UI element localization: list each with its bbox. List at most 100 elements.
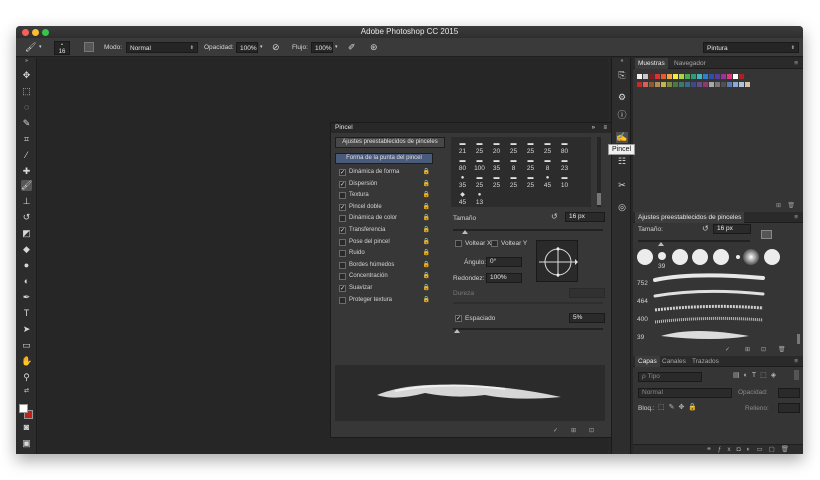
brush-option-item[interactable]: ✓ Pincel doble 🔒: [335, 202, 433, 213]
presets-scrollbar[interactable]: [797, 334, 800, 344]
lock-icon[interactable]: 🔒: [423, 179, 430, 190]
brush-tip-cell[interactable]: ▬ 25: [472, 141, 487, 155]
color-swatch[interactable]: [721, 82, 726, 87]
brush-tip-cell[interactable]: ▬ 80: [557, 141, 572, 155]
spacing-checkbox[interactable]: ✓: [455, 315, 462, 322]
eyedropper-tool-icon[interactable]: ⁄: [21, 150, 32, 161]
brush-tip-cell[interactable]: ● 35: [455, 175, 470, 189]
color-swatch[interactable]: [691, 74, 696, 79]
color-swatch[interactable]: [679, 82, 684, 87]
size-slider[interactable]: [453, 229, 603, 231]
color-swatch[interactable]: [691, 82, 696, 87]
angle-field[interactable]: 0°: [486, 257, 522, 267]
brush-tip-cell[interactable]: ▬ 25: [523, 141, 538, 155]
lock-icon[interactable]: 🔒: [423, 190, 430, 201]
healing-brush-tool-icon[interactable]: ✚: [21, 166, 32, 177]
lock-icon[interactable]: 🔒: [423, 283, 430, 294]
panel-menu-icon[interactable]: ≡: [791, 58, 801, 69]
hardness-field[interactable]: [569, 288, 605, 298]
dodge-tool-icon[interactable]: ◐: [21, 276, 32, 287]
color-swatch[interactable]: [739, 82, 744, 87]
opacity-field[interactable]: 100%: [236, 42, 258, 53]
brush-option-item[interactable]: Textura 🔒: [335, 190, 433, 201]
color-swatch[interactable]: [667, 82, 672, 87]
brush-panel-toggle-icon[interactable]: [84, 42, 94, 52]
quick-mask-icon[interactable]: ◙: [21, 422, 32, 433]
brush-option-item[interactable]: Pose del pincel 🔒: [335, 237, 433, 248]
brush-option-checkbox[interactable]: ✓: [339, 203, 346, 211]
rectangle-tool-icon[interactable]: ▭: [21, 340, 32, 351]
lock-icon[interactable]: 🔒: [423, 248, 430, 259]
expand-panels-icon[interactable]: «: [616, 56, 628, 67]
filter-toggle[interactable]: [794, 370, 799, 380]
quick-selection-tool-icon[interactable]: ✎: [21, 118, 32, 129]
color-swatch[interactable]: [673, 74, 678, 79]
color-swatch[interactable]: [709, 74, 714, 79]
lock-icon[interactable]: 🔒: [423, 213, 430, 224]
collapse-panel-icon[interactable]: »: [592, 123, 595, 133]
flow-dropdown-icon[interactable]: ▾: [335, 42, 338, 53]
brush-option-item[interactable]: Dinámica de color 🔒: [335, 213, 433, 224]
brush-tool-icon[interactable]: 🖌: [21, 180, 32, 191]
lock-icon[interactable]: 🔒: [423, 225, 430, 236]
reset-size-icon[interactable]: ↺: [702, 224, 709, 233]
type-tool-icon[interactable]: T: [21, 308, 32, 319]
brush-panel-title-bar[interactable]: Pincel » ≡: [331, 123, 611, 133]
lasso-tool-icon[interactable]: ◌: [21, 102, 32, 113]
brush-option-checkbox[interactable]: ✓: [339, 285, 346, 292]
color-swatch[interactable]: [655, 82, 660, 87]
brush-option-checkbox[interactable]: [339, 250, 346, 258]
brush-option-checkbox[interactable]: [339, 273, 346, 281]
tab-swatches[interactable]: Muestras: [635, 58, 668, 69]
tool-presets-panel-icon[interactable]: ✂: [616, 180, 628, 191]
brush-option-checkbox[interactable]: [339, 296, 346, 304]
color-swatch[interactable]: [637, 74, 642, 79]
flip-y-checkbox[interactable]: [491, 240, 498, 247]
color-swatch[interactable]: [745, 82, 750, 87]
tab-layers[interactable]: Capas: [635, 356, 660, 367]
brush-option-item[interactable]: ✓ Dispersión 🔒: [335, 179, 433, 190]
brush-tip-cell[interactable]: ▬ 25: [523, 158, 538, 172]
brush-option-item[interactable]: ✓ Dinámica de forma 🔒: [335, 167, 433, 178]
layer-fill-field[interactable]: [778, 403, 800, 413]
minimize-window-button[interactable]: [32, 29, 39, 36]
brush-tip-shape-button[interactable]: Forma de la punta del pincel: [335, 153, 433, 164]
new-brush-icon[interactable]: ⊡: [589, 427, 594, 434]
color-swatch[interactable]: [673, 82, 678, 87]
preset-hard-round-brush[interactable]: [637, 249, 653, 265]
brush-tip-cell[interactable]: ▬ 8: [506, 158, 521, 172]
tip-grid-scroll-thumb[interactable]: [597, 193, 601, 205]
preset-size-slider-handle[interactable]: [658, 242, 664, 246]
trash-icon[interactable]: 🗑: [787, 202, 795, 209]
blur-tool-icon[interactable]: ●: [21, 260, 32, 271]
brush-tip-cell[interactable]: ▬ 80: [455, 158, 470, 172]
spacing-slider[interactable]: [453, 328, 603, 330]
preset-hard-round-brush[interactable]: [692, 249, 708, 265]
brush-option-checkbox[interactable]: ✓: [339, 227, 346, 234]
color-swatch[interactable]: [733, 74, 738, 79]
lock-icon[interactable]: 🔒: [423, 271, 430, 282]
brush-tip-grid[interactable]: ▬ 21 ▬ 25 ▬ 20 ▬ 25 ▬ 25 ▬ 25 ▬ 80 ▬ 80 ▬ 100 ▬ 35 ▬ 8 ▬ 25 ▬ 8 ▬ 2…: [451, 137, 591, 207]
color-swatch[interactable]: [727, 82, 732, 87]
brush-preview-toggle-icon[interactable]: ⊞: [571, 427, 576, 434]
color-swatch[interactable]: [685, 82, 690, 87]
brush-presets-button[interactable]: Ajustes preestablecidos de pinceles: [335, 137, 445, 148]
brush-option-checkbox[interactable]: ✓: [339, 169, 346, 176]
history-brush-tool-icon[interactable]: ↺: [21, 212, 32, 223]
brush-tip-cell[interactable]: ▬ 25: [540, 141, 555, 155]
tab-channels[interactable]: Canales: [659, 356, 689, 367]
brush-tip-cell[interactable]: ▬ 25: [506, 141, 521, 155]
crop-tool-icon[interactable]: ⌗: [21, 134, 32, 145]
color-swatch[interactable]: [679, 74, 684, 79]
spacing-field[interactable]: 5%: [569, 313, 605, 323]
brush-tip-cell[interactable]: ▬ 10: [557, 175, 572, 189]
zoom-window-button[interactable]: [42, 29, 49, 36]
brush-tip-cell[interactable]: ▬ 8: [540, 158, 555, 172]
info-panel-icon[interactable]: ⓘ: [616, 110, 628, 121]
lock-icon[interactable]: 🔒: [423, 237, 430, 248]
new-preset-icon[interactable]: ⊡: [761, 346, 766, 353]
layer-opacity-field[interactable]: [778, 388, 800, 398]
brush-option-checkbox[interactable]: [339, 261, 346, 269]
color-swatch[interactable]: [661, 74, 666, 79]
paint-bucket-tool-icon[interactable]: ◆: [21, 244, 32, 255]
